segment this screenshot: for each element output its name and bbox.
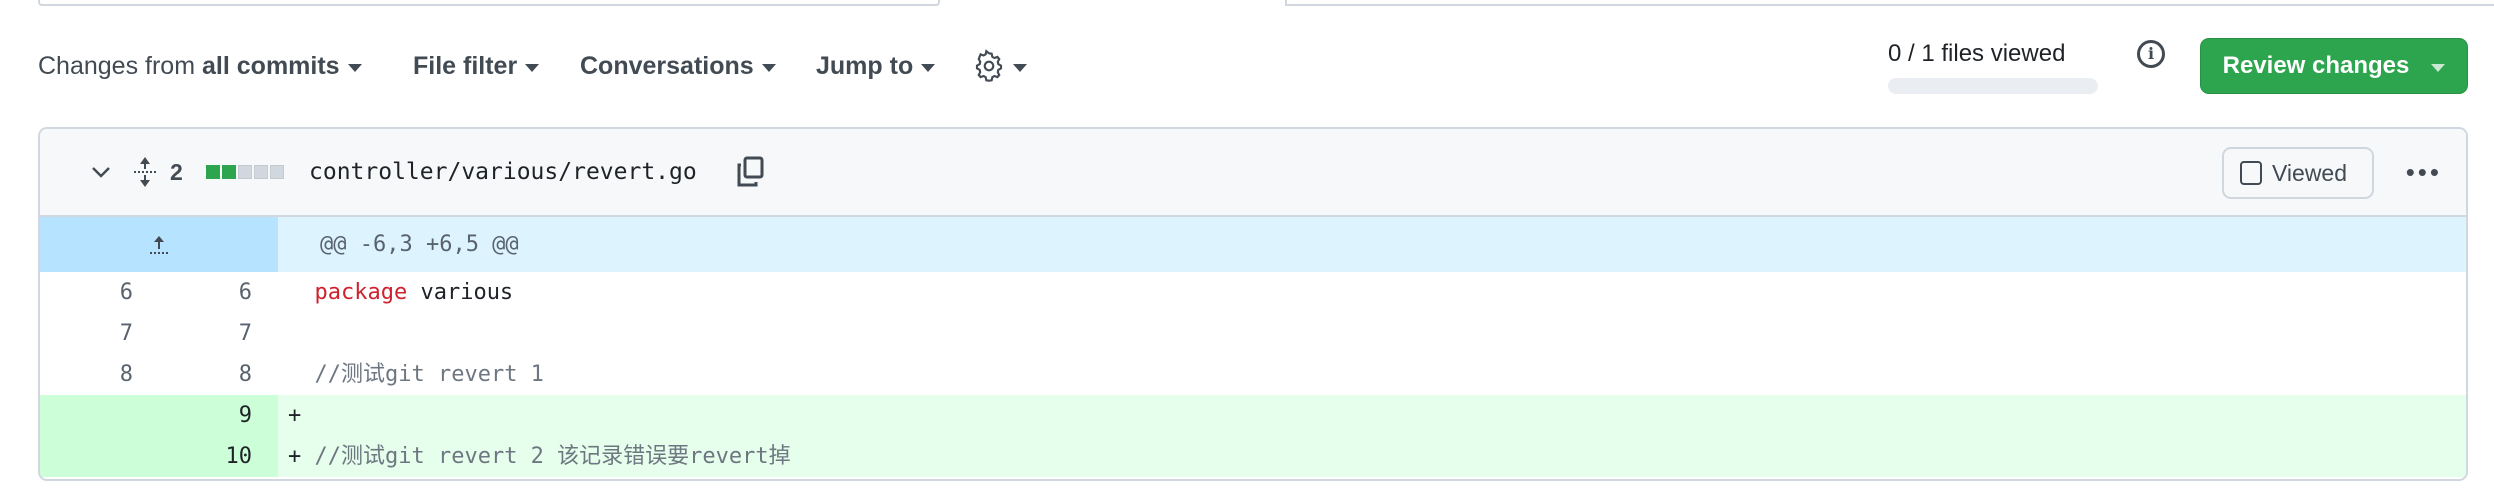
keyword: package — [314, 280, 408, 305]
files-viewed-progress-bar — [1888, 78, 2098, 94]
diff-line-context: 77 — [40, 313, 2466, 354]
new-line-number[interactable]: 9 — [159, 395, 278, 436]
old-line-number[interactable]: 7 — [40, 313, 159, 354]
code-text: //测试git revert 2 该记录错误要revert掉 — [314, 444, 791, 469]
diffstat — [206, 129, 286, 215]
changes-count: 2 — [170, 158, 183, 185]
diffstat-added-block — [206, 165, 220, 179]
new-line-number[interactable]: 8 — [159, 354, 278, 395]
review-changes-label: Review changes — [2222, 52, 2410, 79]
caret-down-icon — [525, 63, 540, 72]
old-line-number[interactable] — [40, 436, 159, 477]
old-line-number[interactable] — [40, 395, 159, 436]
tab-outline — [1285, 0, 2494, 6]
file-header: 2 controller/various/revert.go Viewed ••… — [40, 129, 2466, 217]
diff-line-context: 88 //测试git revert 1 — [40, 354, 2466, 395]
collapse-chevron-icon[interactable] — [90, 129, 112, 215]
code-text: various — [407, 280, 514, 305]
code-content: + — [278, 395, 2466, 436]
gear-icon — [975, 49, 1003, 82]
diff-marker — [288, 362, 301, 387]
code-text: //测试git revert 1 — [314, 362, 544, 387]
caret-down-icon — [2431, 63, 2446, 72]
caret-down-icon — [921, 63, 936, 72]
diff-marker — [288, 280, 301, 305]
code-content: //测试git revert 1 — [278, 354, 2466, 395]
expand-up-icon[interactable] — [40, 217, 278, 272]
file-diff: 2 controller/various/revert.go Viewed ••… — [38, 127, 2468, 481]
diffstat-neutral-block — [270, 165, 284, 179]
hunk-header-row: @@ -6,3 +6,5 @@ — [40, 217, 2466, 272]
info-icon[interactable]: i — [2137, 40, 2165, 68]
expand-all-icon[interactable] — [132, 129, 158, 215]
viewed-checkbox-button[interactable]: Viewed — [2222, 147, 2374, 199]
file-path[interactable]: controller/various/revert.go — [309, 129, 697, 215]
changes-from-dropdown[interactable]: Changes from all commits — [38, 46, 362, 86]
files-viewed-count: 0 / 1 files viewed — [1888, 40, 2066, 67]
code-content: package various — [278, 272, 2466, 313]
diff-line-context: 66 package various — [40, 272, 2466, 313]
diff-line-add: 10 + //测试git revert 2 该记录错误要revert掉 — [40, 436, 2466, 477]
review-changes-button[interactable]: Review changes — [2200, 38, 2468, 94]
file-filter-dropdown[interactable]: File filter — [413, 46, 540, 86]
caret-down-icon — [347, 63, 362, 72]
tab-outline — [38, 0, 940, 6]
diff-marker — [288, 321, 301, 346]
changes-from-value: all commits — [202, 51, 340, 80]
changes-from-label: Changes from — [38, 51, 196, 80]
conversations-label: Conversations — [580, 51, 754, 80]
old-line-number[interactable]: 6 — [40, 272, 159, 313]
code-content — [278, 313, 2466, 354]
diff-marker: + — [288, 444, 302, 469]
caret-down-icon — [1013, 63, 1027, 72]
more-options-icon[interactable]: ••• — [2406, 129, 2442, 215]
new-line-number[interactable]: 6 — [159, 272, 278, 313]
diff-line-add: 9 + — [40, 395, 2466, 436]
diff-marker: + — [288, 403, 302, 428]
copy-icon[interactable] — [734, 129, 766, 215]
diffstat-neutral-block — [238, 165, 252, 179]
new-line-number[interactable]: 10 — [159, 436, 278, 477]
conversations-dropdown[interactable]: Conversations — [580, 46, 776, 86]
hunk-header: @@ -6,3 +6,5 @@ — [278, 217, 2466, 272]
new-line-number[interactable]: 7 — [159, 313, 278, 354]
diff-lines: 66 package various 7 7 88 //测试git revert 1… — [40, 272, 2466, 477]
jump-to-label: Jump to — [816, 51, 914, 80]
viewed-label: Viewed — [2272, 159, 2348, 186]
diffstat-neutral-block — [254, 165, 268, 179]
jump-to-dropdown[interactable]: Jump to — [816, 46, 936, 86]
file-filter-label: File filter — [413, 51, 518, 80]
diffstat-added-block — [222, 165, 236, 179]
checkbox-icon[interactable] — [2240, 161, 2262, 185]
old-line-number[interactable]: 8 — [40, 354, 159, 395]
settings-dropdown[interactable] — [973, 46, 1027, 86]
code-content: + //测试git revert 2 该记录错误要revert掉 — [278, 436, 2466, 477]
caret-down-icon — [761, 63, 776, 72]
